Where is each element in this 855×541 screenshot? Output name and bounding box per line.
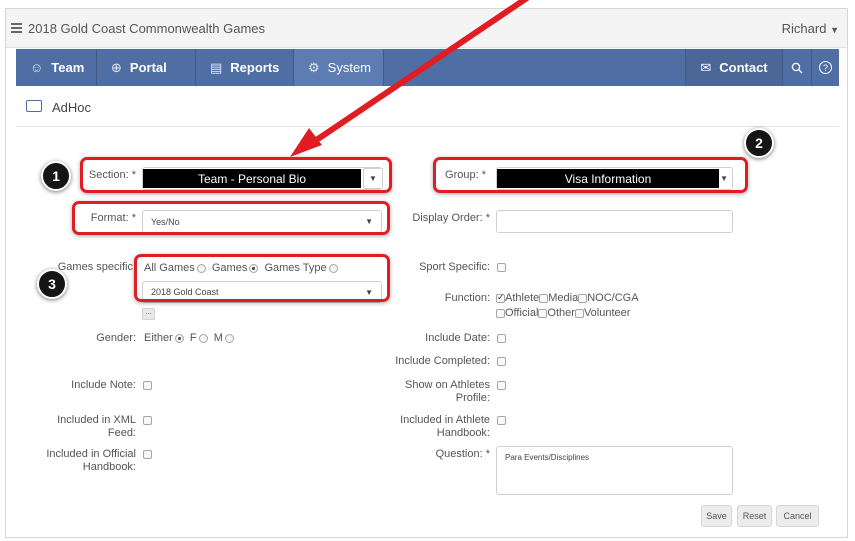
annotation-arrow (290, 0, 530, 157)
arrow-shaft (309, 0, 530, 146)
arrow-head (290, 128, 322, 157)
